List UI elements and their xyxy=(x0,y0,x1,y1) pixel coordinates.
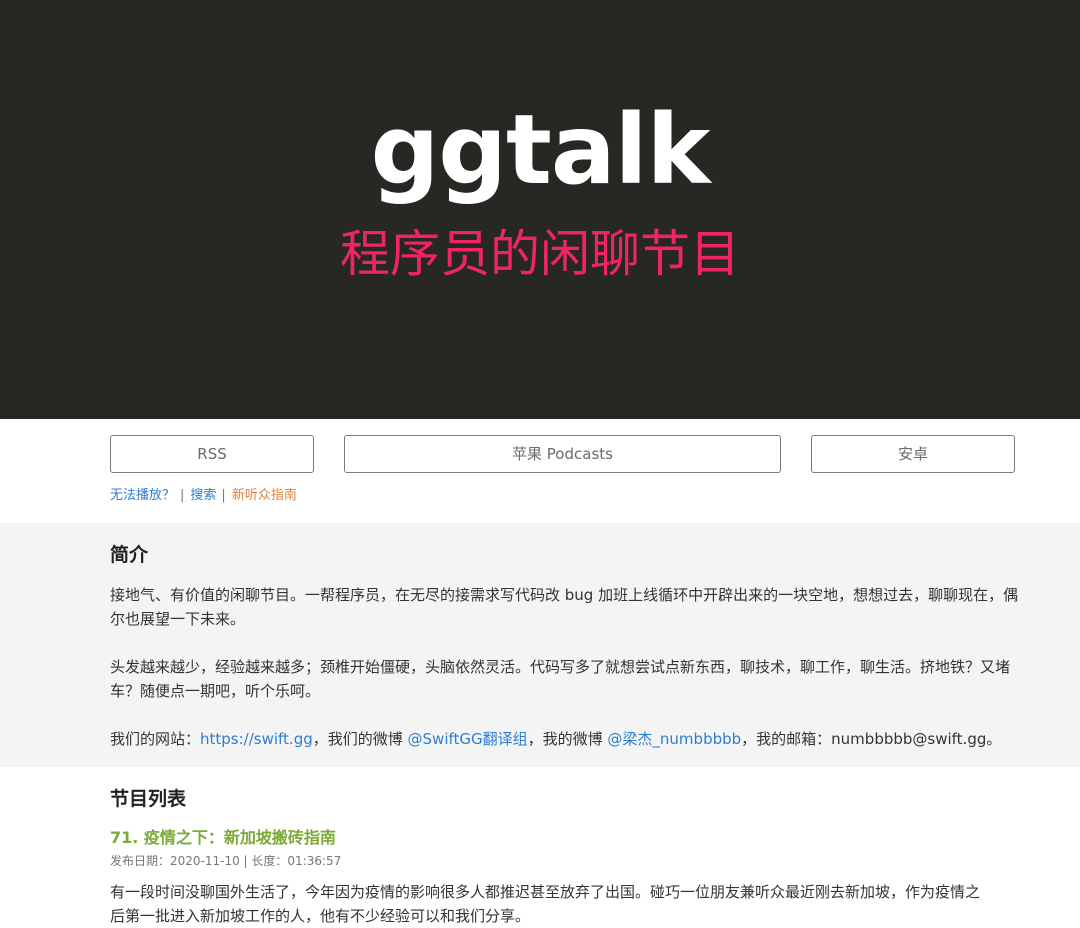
rss-button[interactable]: RSS xyxy=(110,435,314,473)
weibo-link[interactable]: @SwiftGG翻译组 xyxy=(408,730,528,748)
episode-title-link[interactable]: 71. 疫情之下：新加坡搬砖指南 xyxy=(110,826,336,850)
apple-podcasts-button[interactable]: 苹果 Podcasts xyxy=(344,435,781,473)
intro-section: 简介 接地气、有价值的闲聊节目。一帮程序员，在无尽的接需求写代码改 bug 加班… xyxy=(0,523,1080,767)
my-weibo-label: ，我的微博 xyxy=(527,730,608,748)
contact-end: 。 xyxy=(986,730,1002,748)
intro-heading: 简介 xyxy=(110,544,149,566)
my-weibo-link[interactable]: @梁杰_numbbbbb xyxy=(607,730,741,748)
email-label: ，我的邮箱： xyxy=(741,730,832,748)
weibo-label: ，我们的微博 xyxy=(312,730,408,748)
android-button[interactable]: 安卓 xyxy=(811,435,1015,473)
episodes-heading: 节目列表 xyxy=(110,788,187,810)
link-separator: | xyxy=(180,488,185,503)
intro-paragraph-1: 接地气、有价值的闲聊节目。一帮程序员，在无尽的接需求写代码改 bug 加班上线循… xyxy=(110,586,1019,628)
link-separator: | xyxy=(221,488,226,503)
episode-summary: 有一段时间没聊国外生活了，今年因为疫情的影响很多人都推迟甚至放弃了出国。碰巧一位… xyxy=(110,883,981,925)
hero-banner: ggtalk 程序员的闲聊节目 xyxy=(0,0,1080,419)
new-listener-guide-link[interactable]: 新听众指南 xyxy=(232,488,297,503)
website-label: 我们的网站： xyxy=(110,730,201,748)
site-subtitle: 程序员的闲聊节目 xyxy=(340,225,740,283)
website-link[interactable]: https://swift.gg xyxy=(200,730,313,748)
search-link[interactable]: 搜索 xyxy=(190,488,216,503)
intro-paragraph-2: 头发越来越少，经验越来越多；颈椎开始僵硬，头脑依然灵活。代码写多了就想尝试点新东… xyxy=(110,658,1011,700)
episode-meta: 发布日期：2020-11-10 | 长度：01:36:57 xyxy=(110,854,342,868)
intro-contact: 我们的网站：https://swift.gg，我们的微博 @SwiftGG翻译组… xyxy=(110,727,1020,751)
helper-links: 无法播放？ | 搜索 | 新听众指南 xyxy=(110,486,297,506)
cant-play-link[interactable]: 无法播放？ xyxy=(110,488,175,503)
site-title: ggtalk xyxy=(370,94,711,206)
email-address: numbbbbb@swift.gg xyxy=(831,730,987,748)
